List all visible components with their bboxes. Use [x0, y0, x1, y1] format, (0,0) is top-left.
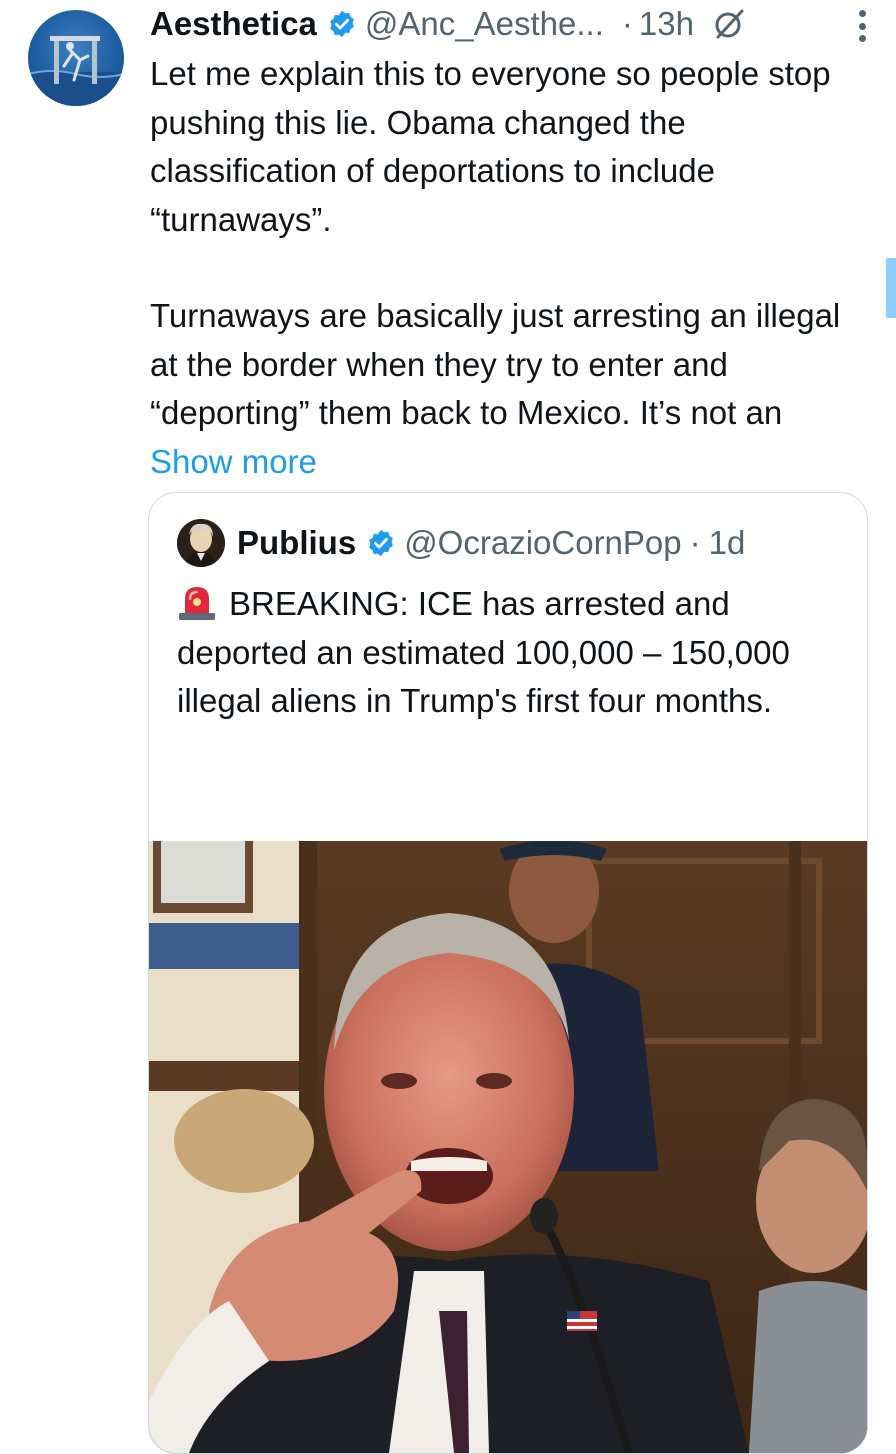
tweet-timestamp[interactable]: 13h	[639, 5, 694, 43]
tweet-header: Aesthetica @Anc_Aesthe... · 13h	[150, 0, 856, 48]
verified-badge-icon	[369, 529, 394, 557]
author-handle[interactable]: @Anc_Aesthe...	[365, 5, 604, 43]
author-name[interactable]: Aesthetica	[150, 5, 317, 43]
quoted-author-name[interactable]: Publius	[237, 524, 356, 562]
quoted-tweet-photo[interactable]	[149, 841, 867, 1453]
quoted-tweet-header: Publius @OcrazioCornPop · 1d	[237, 519, 745, 567]
meta-separator: ·	[621, 5, 633, 42]
siren-icon	[179, 587, 215, 620]
show-more-link[interactable]: Show more	[150, 443, 317, 480]
grok-icon[interactable]	[712, 7, 746, 41]
quoted-author-handle[interactable]: @OcrazioCornPop	[404, 524, 681, 562]
tweet-paragraph: Turnaways are basically just arresting a…	[150, 292, 850, 486]
quoted-author-avatar[interactable]	[177, 519, 225, 567]
verified-badge-icon	[330, 10, 354, 38]
quoted-tweet-card[interactable]: Publius @OcrazioCornPop · 1d BREAKING: I…	[148, 492, 868, 1454]
tweet-text: Let me explain this to everyone so peopl…	[150, 50, 850, 486]
quoted-tweet-timestamp[interactable]: 1d	[709, 524, 746, 562]
scrollbar-indicator[interactable]	[886, 258, 896, 318]
more-options-icon[interactable]	[858, 10, 866, 42]
tweet-paragraph: Let me explain this to everyone so peopl…	[150, 55, 831, 238]
tweet-paragraph-text: Turnaways are basically just arresting a…	[150, 297, 841, 431]
quoted-tweet-text: BREAKING: ICE has arrested and deported …	[177, 580, 837, 726]
author-avatar[interactable]	[28, 10, 124, 106]
quoted-meta-separator: ·	[689, 524, 701, 561]
quoted-tweet-body: BREAKING: ICE has arrested and deported …	[177, 585, 790, 719]
